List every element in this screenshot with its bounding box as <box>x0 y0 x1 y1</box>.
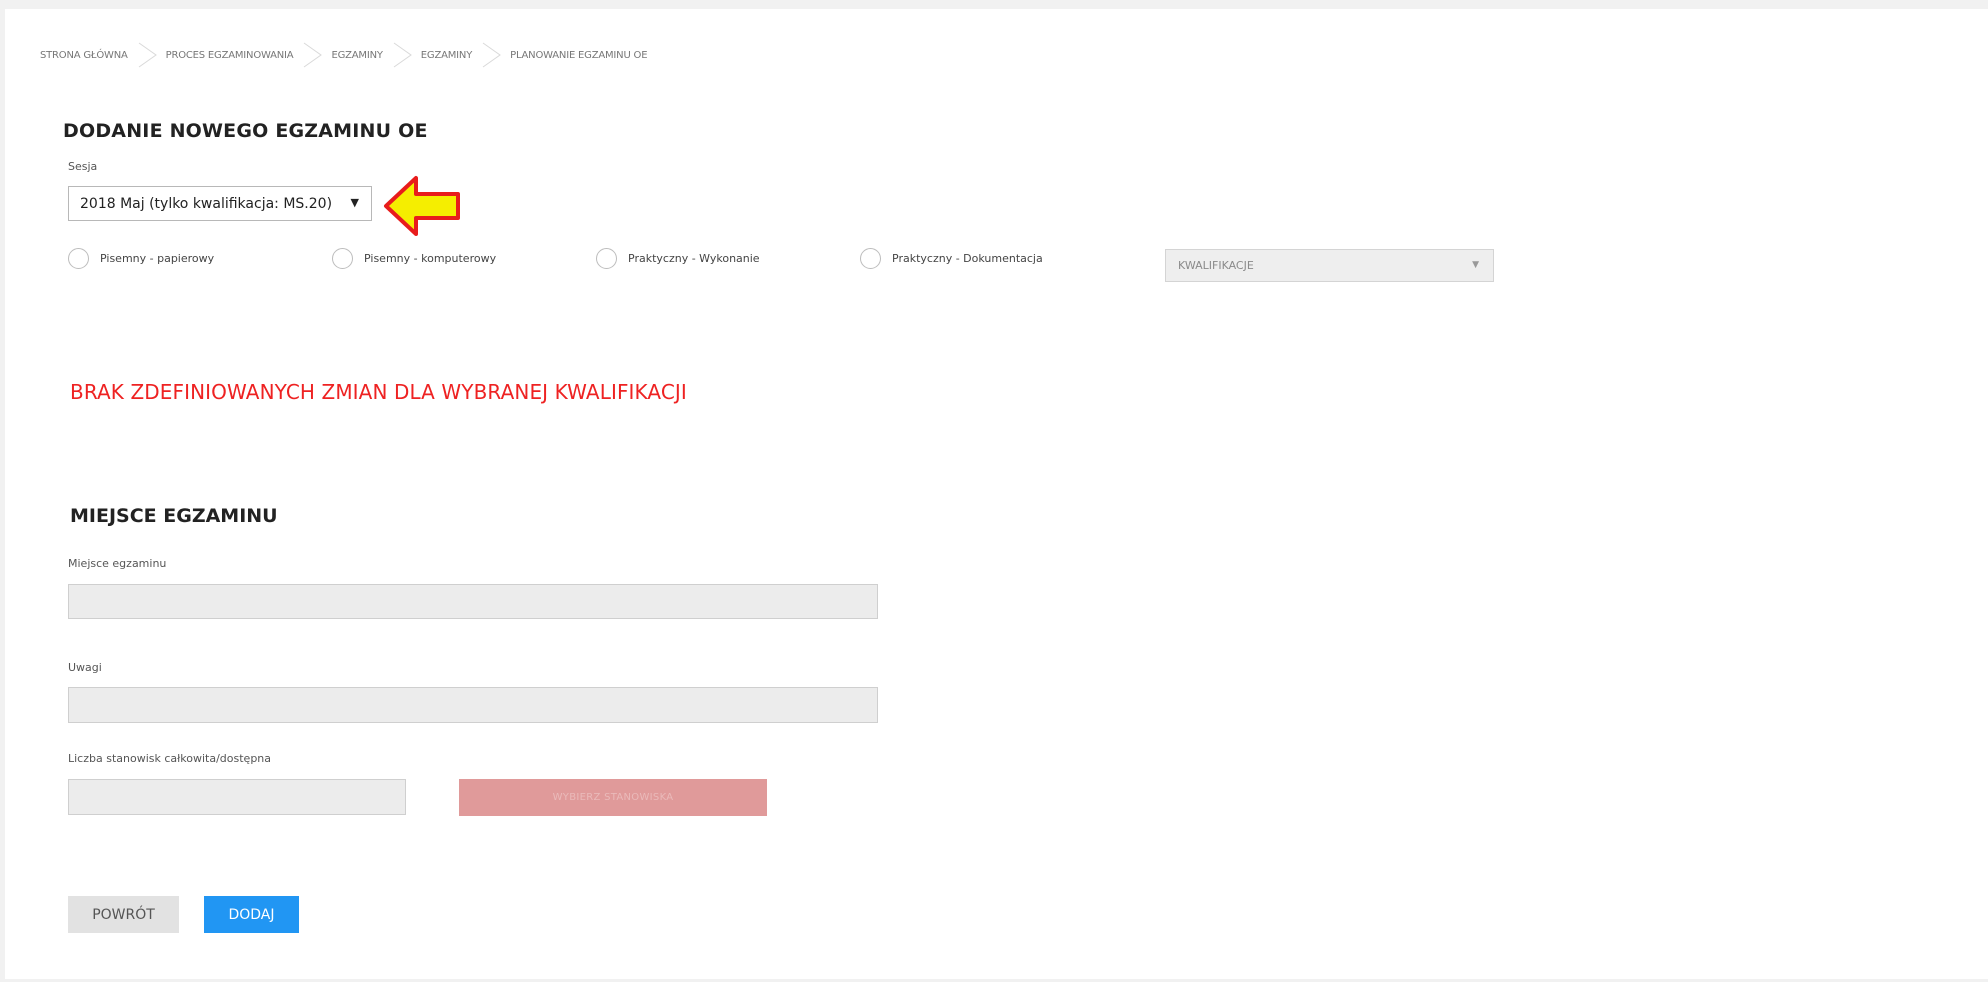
radio-label: Pisemny - komputerowy <box>364 252 497 265</box>
session-select[interactable]: 2018 Maj (tylko kwalifikacja: MS.20) ▼ <box>68 186 372 221</box>
qualification-select[interactable]: KWALIFIKACJE ▼ <box>1165 249 1494 282</box>
breadcrumb-item-exams[interactable]: EGZAMINY <box>331 50 383 61</box>
exam-type-radio-group: Pisemny - papierowy Pisemny - komputerow… <box>68 248 1168 274</box>
qualification-select-placeholder: KWALIFIKACJE <box>1178 259 1254 272</box>
seats-input[interactable] <box>68 779 406 815</box>
exam-place-section-title: MIEJSCE EGZAMINU <box>70 505 278 527</box>
chevron-right-icon <box>301 42 323 68</box>
session-label: Sesja <box>68 160 98 173</box>
exam-place-label: Miejsce egzaminu <box>68 557 167 570</box>
chevron-right-icon <box>480 42 502 68</box>
breadcrumb-item-home[interactable]: STRONA GŁÓWNA <box>40 50 128 61</box>
caret-down-icon: ▼ <box>350 196 359 209</box>
notes-label: Uwagi <box>68 661 102 674</box>
breadcrumb-item-exam-process[interactable]: PROCES EGZAMINOWANIA <box>166 50 294 61</box>
session-select-value: 2018 Maj (tylko kwalifikacja: MS.20) <box>80 195 333 212</box>
radio-label: Pisemny - papierowy <box>100 252 215 265</box>
breadcrumb-item-exams-2[interactable]: EGZAMINY <box>421 50 473 61</box>
add-button[interactable]: DODAJ <box>204 896 299 933</box>
no-shifts-warning: BRAK ZDEFINIOWANYCH ZMIAN DLA WYBRANEJ K… <box>70 380 687 404</box>
chevron-right-icon <box>136 42 158 68</box>
page-panel <box>5 9 1988 979</box>
seats-label: Liczba stanowisk całkowita/dostępna <box>68 752 272 765</box>
radio-circle[interactable] <box>332 248 353 269</box>
back-button[interactable]: POWRÓT <box>68 896 179 933</box>
chevron-right-icon <box>391 42 413 68</box>
page-title: DODANIE NOWEGO EGZAMINU OE <box>63 120 428 142</box>
radio-practical-execution[interactable]: Praktyczny - Wykonanie <box>596 248 760 269</box>
radio-label: Praktyczny - Dokumentacja <box>892 252 1043 265</box>
exam-place-input[interactable] <box>68 584 878 619</box>
breadcrumb-item-current: PLANOWANIE EGZAMINU OE <box>510 49 648 61</box>
radio-circle[interactable] <box>68 248 89 269</box>
radio-written-paper[interactable]: Pisemny - papierowy <box>68 248 214 269</box>
radio-circle[interactable] <box>596 248 617 269</box>
radio-circle[interactable] <box>860 248 881 269</box>
breadcrumb: STRONA GŁÓWNA PROCES EGZAMINOWANIA EGZAM… <box>40 42 648 68</box>
radio-label: Praktyczny - Wykonanie <box>628 252 760 265</box>
arrow-left-icon <box>384 176 460 236</box>
radio-practical-documentation[interactable]: Praktyczny - Dokumentacja <box>860 248 1043 269</box>
select-seats-button[interactable]: WYBIERZ STANOWISKA <box>459 779 767 816</box>
notes-input[interactable] <box>68 687 878 723</box>
radio-written-computer[interactable]: Pisemny - komputerowy <box>332 248 496 269</box>
caret-down-icon: ▼ <box>1472 260 1479 270</box>
